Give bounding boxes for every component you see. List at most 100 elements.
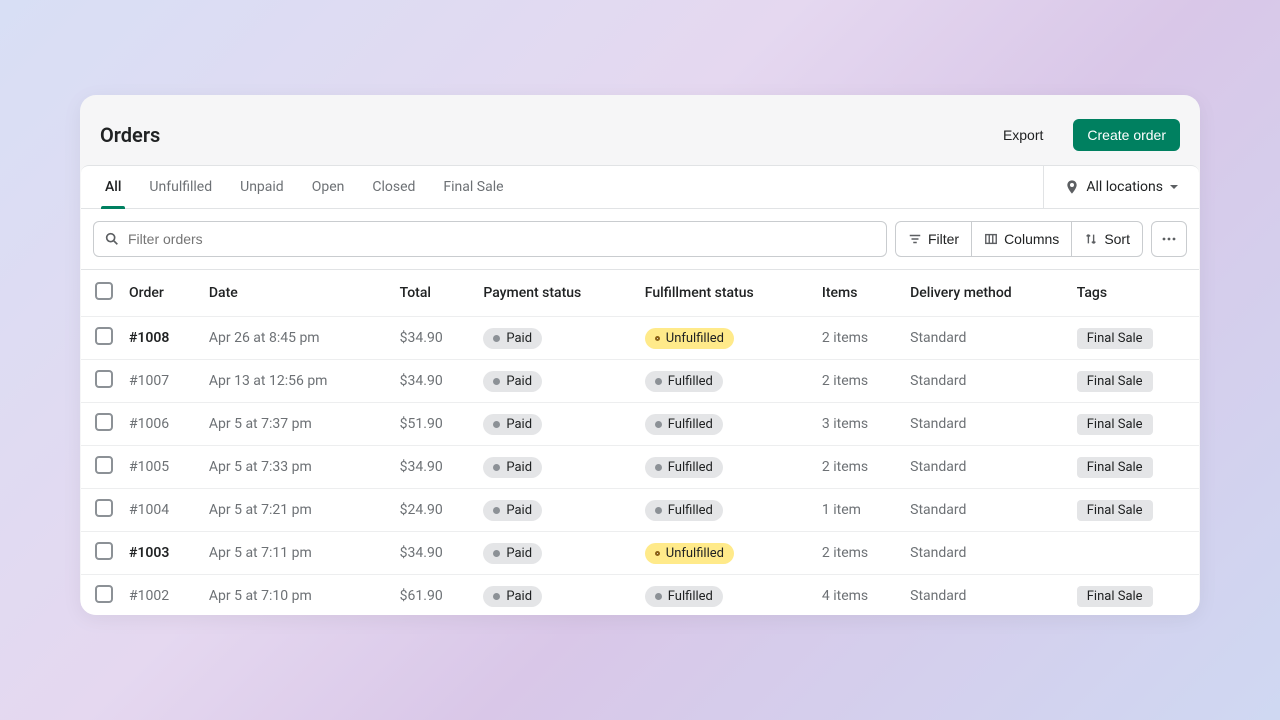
row-checkbox[interactable]	[95, 542, 113, 560]
tab-open[interactable]: Open	[298, 166, 359, 208]
cell-fulfillment-status: Fulfilled	[637, 446, 814, 489]
table-row[interactable]: #1006Apr 5 at 7:37 pm$51.90PaidFulfilled…	[81, 403, 1199, 446]
cell-delivery: Standard	[902, 532, 1069, 575]
cell-items: 1 item	[814, 489, 902, 532]
cell-total: $34.90	[392, 532, 476, 575]
fulfillment-status-badge: Unfulfilled	[645, 328, 734, 349]
payment-status-text: Paid	[506, 417, 532, 432]
status-dot-icon	[655, 507, 662, 514]
payment-status-badge: Paid	[483, 414, 542, 435]
table-row[interactable]: #1007Apr 13 at 12:56 pm$34.90PaidFulfill…	[81, 360, 1199, 403]
fulfillment-status-text: Fulfilled	[668, 374, 713, 389]
table-row[interactable]: #1003Apr 5 at 7:11 pm$34.90PaidUnfulfill…	[81, 532, 1199, 575]
tag-badge: Final Sale	[1077, 586, 1153, 607]
cell-items: 2 items	[814, 360, 902, 403]
status-dot-icon	[493, 550, 500, 557]
tab-unpaid[interactable]: Unpaid	[226, 166, 298, 208]
more-actions-button[interactable]	[1151, 221, 1187, 257]
fulfillment-status-text: Fulfilled	[668, 417, 713, 432]
cell-date: Apr 5 at 7:11 pm	[201, 532, 392, 575]
cell-total: $51.90	[392, 403, 476, 446]
status-dot-icon	[655, 421, 662, 428]
table-row[interactable]: #1005Apr 5 at 7:33 pm$34.90PaidFulfilled…	[81, 446, 1199, 489]
cell-total: $24.90	[392, 489, 476, 532]
fulfillment-status-text: Fulfilled	[668, 503, 713, 518]
cell-delivery: Standard	[902, 403, 1069, 446]
cell-tags: Final Sale	[1069, 317, 1199, 360]
row-checkbox[interactable]	[95, 413, 113, 431]
filter-button[interactable]: Filter	[895, 221, 972, 257]
col-items[interactable]: Items	[814, 270, 902, 317]
cell-order-id: #1005	[121, 446, 201, 489]
tabs: AllUnfulfilledUnpaidOpenClosedFinal Sale	[81, 166, 528, 208]
cell-payment-status: Paid	[475, 360, 636, 403]
cell-date: Apr 26 at 8:45 pm	[201, 317, 392, 360]
cell-tags: Final Sale	[1069, 446, 1199, 489]
cell-fulfillment-status: Unfulfilled	[637, 317, 814, 360]
cell-fulfillment-status: Fulfilled	[637, 575, 814, 616]
row-checkbox[interactable]	[95, 370, 113, 388]
sort-icon	[1084, 232, 1098, 246]
payment-status-badge: Paid	[483, 586, 542, 607]
tab-all[interactable]: All	[91, 166, 135, 208]
cell-delivery: Standard	[902, 446, 1069, 489]
location-pin-icon	[1064, 179, 1080, 195]
locations-selector[interactable]: All locations	[1043, 166, 1199, 208]
select-all-checkbox[interactable]	[95, 282, 113, 300]
cell-delivery: Standard	[902, 317, 1069, 360]
page-header: Orders Export Create order	[80, 95, 1200, 165]
search-input[interactable]	[128, 231, 876, 247]
cell-fulfillment-status: Fulfilled	[637, 403, 814, 446]
fulfillment-status-badge: Fulfilled	[645, 457, 723, 478]
col-delivery[interactable]: Delivery method	[902, 270, 1069, 317]
col-tags[interactable]: Tags	[1069, 270, 1199, 317]
table-header-row: Order Date Total Payment status Fulfillm…	[81, 270, 1199, 317]
cell-total: $34.90	[392, 317, 476, 360]
payment-status-text: Paid	[506, 589, 532, 604]
tab-closed[interactable]: Closed	[358, 166, 429, 208]
create-order-button[interactable]: Create order	[1073, 119, 1180, 151]
search-box[interactable]	[93, 221, 887, 257]
cell-fulfillment-status: Fulfilled	[637, 360, 814, 403]
orders-card: Orders Export Create order AllUnfulfille…	[80, 95, 1200, 615]
filter-label: Filter	[928, 231, 959, 247]
col-order[interactable]: Order	[121, 270, 201, 317]
page-title: Orders	[100, 123, 160, 147]
export-button[interactable]: Export	[989, 119, 1057, 151]
table-row[interactable]: #1008Apr 26 at 8:45 pm$34.90PaidUnfulfil…	[81, 317, 1199, 360]
table-row[interactable]: #1004Apr 5 at 7:21 pm$24.90PaidFulfilled…	[81, 489, 1199, 532]
col-payment[interactable]: Payment status	[475, 270, 636, 317]
view-controls-group: Filter Columns Sort	[895, 221, 1143, 257]
cell-order-id: #1002	[121, 575, 201, 616]
sort-button[interactable]: Sort	[1071, 221, 1143, 257]
col-date[interactable]: Date	[201, 270, 392, 317]
payment-status-text: Paid	[506, 460, 532, 475]
row-checkbox[interactable]	[95, 456, 113, 474]
fulfillment-status-badge: Unfulfilled	[645, 543, 734, 564]
payment-status-badge: Paid	[483, 543, 542, 564]
table-row[interactable]: #1002Apr 5 at 7:10 pm$61.90PaidFulfilled…	[81, 575, 1199, 616]
cell-tags: Final Sale	[1069, 403, 1199, 446]
cell-date: Apr 5 at 7:33 pm	[201, 446, 392, 489]
cell-date: Apr 5 at 7:37 pm	[201, 403, 392, 446]
cell-tags	[1069, 532, 1199, 575]
toolbar: Filter Columns Sort	[81, 209, 1199, 270]
cell-tags: Final Sale	[1069, 360, 1199, 403]
col-fulfillment[interactable]: Fulfillment status	[637, 270, 814, 317]
col-total[interactable]: Total	[392, 270, 476, 317]
fulfillment-status-badge: Fulfilled	[645, 371, 723, 392]
cell-delivery: Standard	[902, 489, 1069, 532]
status-dot-icon	[655, 336, 660, 341]
row-checkbox[interactable]	[95, 585, 113, 603]
row-checkbox[interactable]	[95, 499, 113, 517]
columns-button[interactable]: Columns	[971, 221, 1072, 257]
tab-unfulfilled[interactable]: Unfulfilled	[135, 166, 226, 208]
tab-final-sale[interactable]: Final Sale	[429, 166, 517, 208]
cell-payment-status: Paid	[475, 403, 636, 446]
cell-fulfillment-status: Unfulfilled	[637, 532, 814, 575]
cell-tags: Final Sale	[1069, 489, 1199, 532]
fulfillment-status-badge: Fulfilled	[645, 500, 723, 521]
row-checkbox[interactable]	[95, 327, 113, 345]
cell-order-id: #1007	[121, 360, 201, 403]
cell-fulfillment-status: Fulfilled	[637, 489, 814, 532]
